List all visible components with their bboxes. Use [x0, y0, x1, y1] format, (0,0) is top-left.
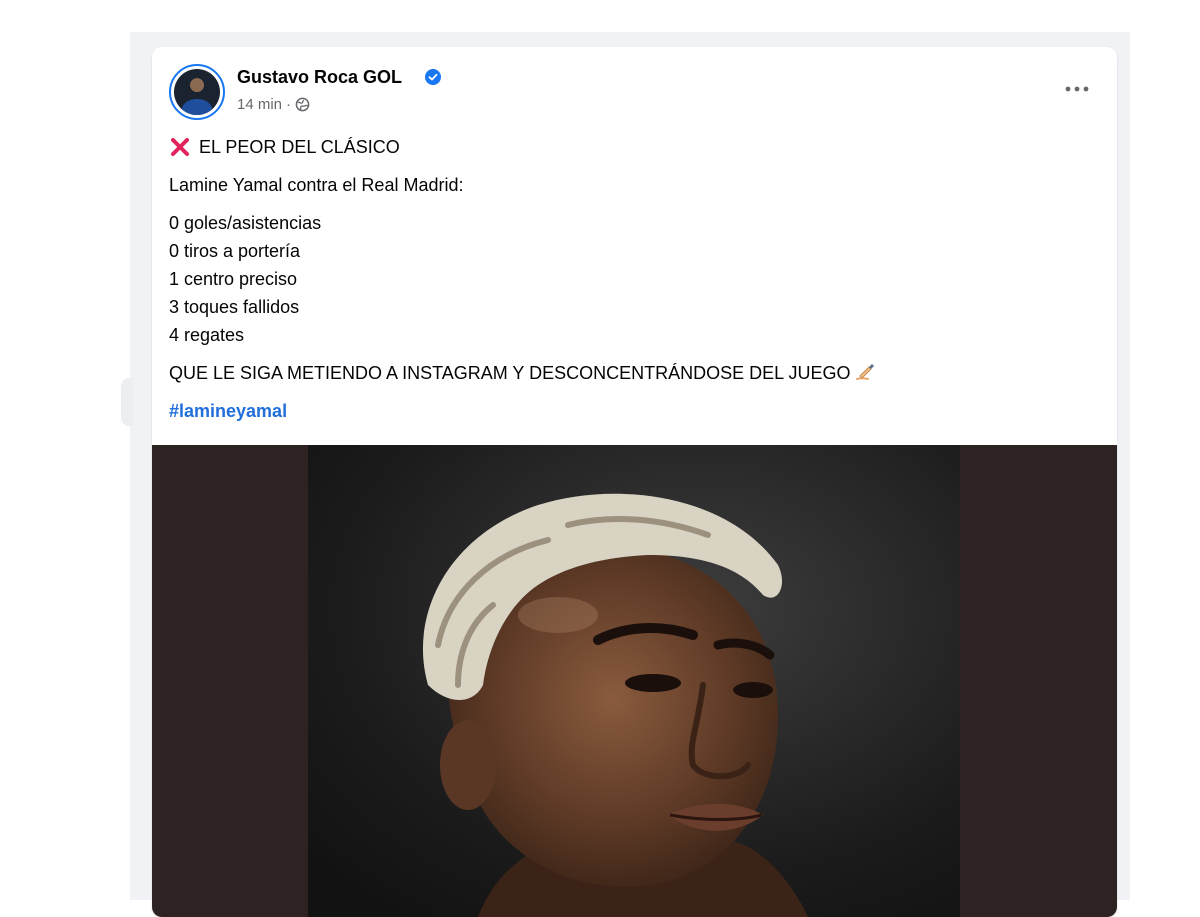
- more-options-icon: [1065, 86, 1089, 92]
- post-card: Gustavo Roca GOL 14 min · EL PEOR DEL CL…: [152, 47, 1117, 917]
- avatar-photo: [174, 69, 220, 115]
- post-photo[interactable]: [308, 445, 960, 917]
- closing-text: QUE LE SIGA METIENDO A INSTAGRAM Y DESCO…: [169, 363, 851, 383]
- more-options-button[interactable]: [1059, 75, 1095, 103]
- stat-line: 0 tiros a portería: [169, 241, 301, 261]
- sidebar-edge: [121, 378, 133, 426]
- post-meta: 14 min ·: [237, 96, 310, 113]
- post-timestamp[interactable]: 14 min: [237, 96, 282, 113]
- headline-text: EL PEOR DEL CLÁSICO: [199, 137, 400, 157]
- post-text: EL PEOR DEL CLÁSICO Lamine Yamal contra …: [169, 133, 1099, 425]
- player-portrait-illustration: [308, 445, 960, 917]
- writing-hand-icon: [856, 364, 875, 380]
- author-avatar[interactable]: [169, 64, 225, 120]
- globe-icon[interactable]: [295, 97, 310, 112]
- stat-line: 4 regates: [169, 325, 245, 345]
- author-name[interactable]: Gustavo Roca GOL: [237, 67, 402, 88]
- post-header: Gustavo Roca GOL 14 min ·: [152, 47, 1117, 120]
- stat-line: 1 centro preciso: [169, 269, 298, 289]
- stat-line: 3 toques fallidos: [169, 297, 300, 317]
- hashtag-link[interactable]: #lamineyamal: [169, 397, 1099, 425]
- intro-text: Lamine Yamal contra el Real Madrid:: [169, 175, 464, 195]
- red-cross-icon: [171, 138, 189, 156]
- closing-line: QUE LE SIGA METIENDO A INSTAGRAM Y DESCO…: [169, 359, 1099, 387]
- post-media[interactable]: [152, 445, 1117, 917]
- meta-separator: ·: [286, 96, 292, 113]
- post-headline: EL PEOR DEL CLÁSICO: [169, 133, 1099, 161]
- verified-badge-icon: [425, 69, 441, 85]
- stat-line: 0 goles/asistencias: [169, 213, 322, 233]
